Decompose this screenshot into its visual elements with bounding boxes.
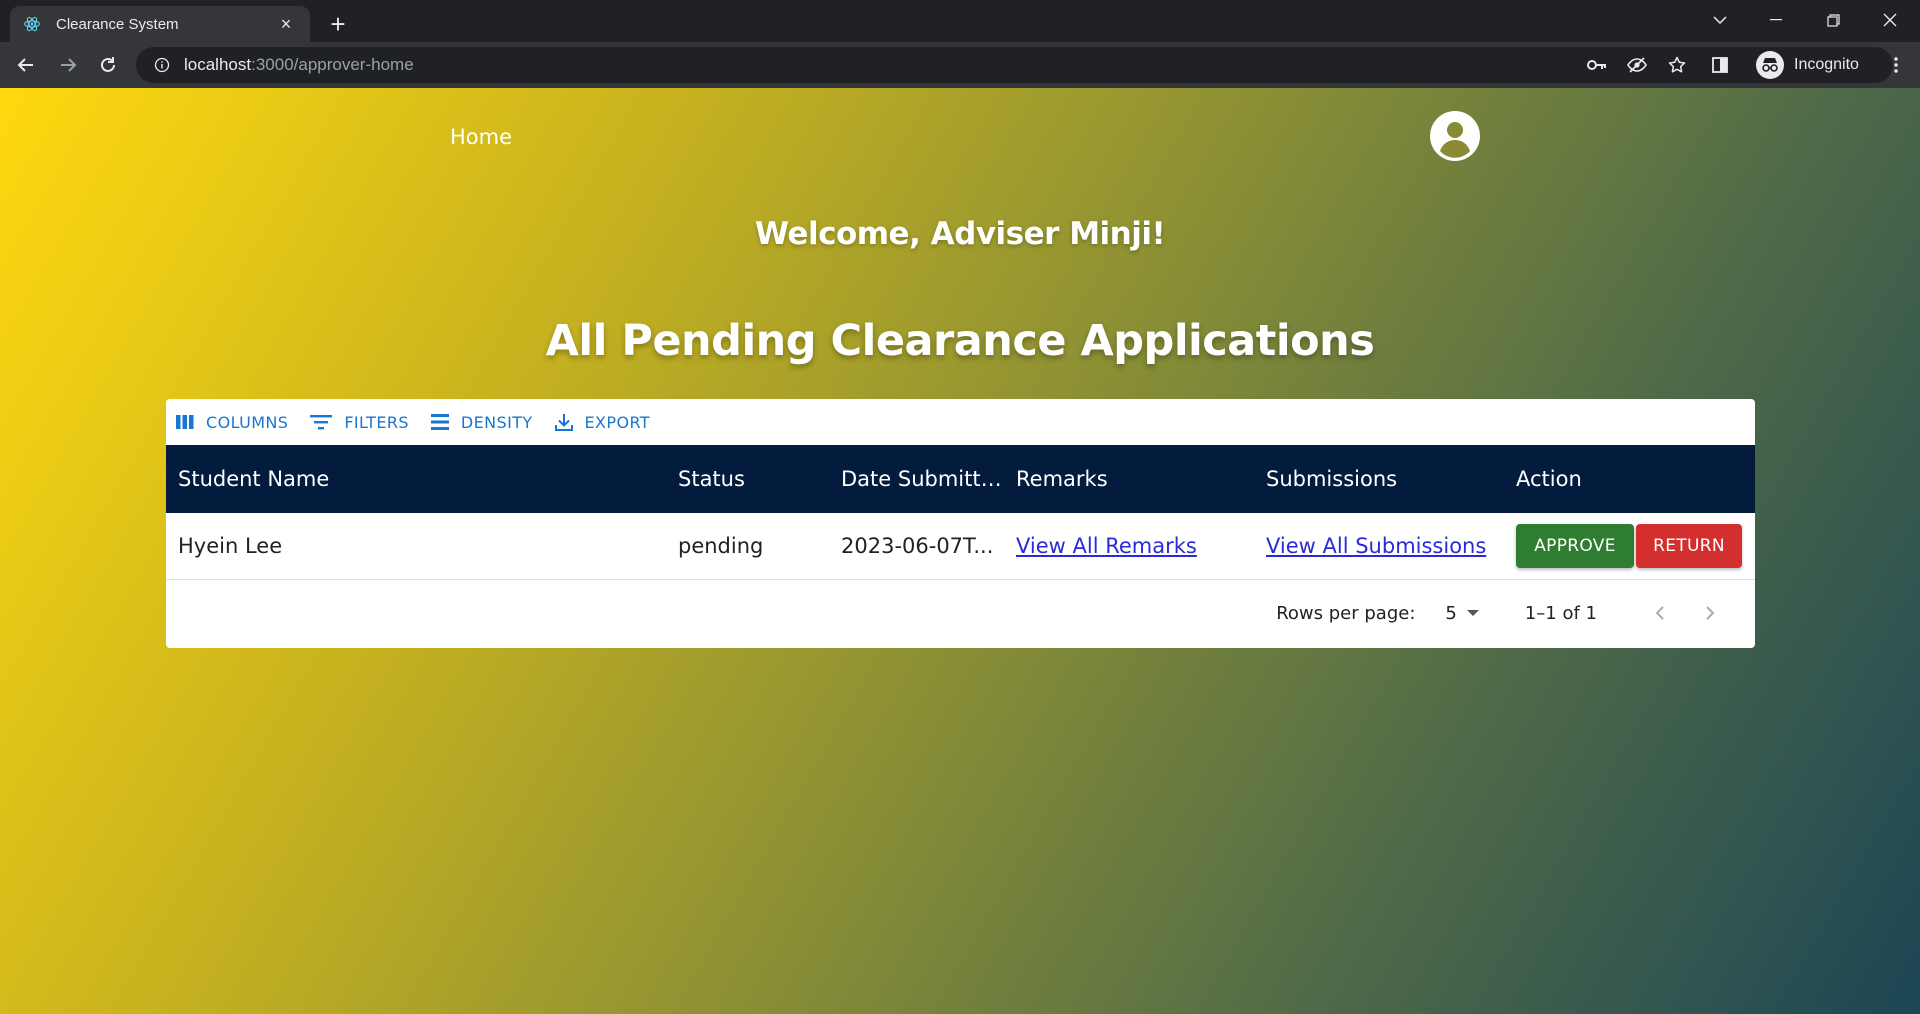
- filters-label: FILTERS: [344, 412, 409, 432]
- table-toolbar: COLUMNS FILTERS DENSITY EXPORT: [166, 399, 1755, 445]
- tab-close-icon[interactable]: ×: [274, 14, 298, 35]
- column-header-action[interactable]: Action: [1504, 467, 1755, 491]
- columns-icon: [176, 415, 194, 429]
- table-row[interactable]: Hyein Lee pending 2023-06-07T... View Al…: [166, 513, 1755, 580]
- back-icon[interactable]: [10, 49, 42, 81]
- dropdown-caret-icon: [1466, 610, 1479, 616]
- page-content: Home Welcome, Adviser Minji! All Pending…: [0, 88, 1920, 1014]
- view-remarks-link[interactable]: View All Remarks: [1016, 534, 1197, 558]
- tab-search-icon[interactable]: [1692, 0, 1748, 40]
- next-page-icon[interactable]: [1685, 599, 1735, 627]
- bookmark-star-icon[interactable]: [1657, 47, 1697, 83]
- reload-icon[interactable]: [92, 49, 124, 81]
- url-text: localhost:3000/approver-home: [184, 55, 414, 75]
- applications-table: COLUMNS FILTERS DENSITY EXPORT Student N…: [166, 399, 1755, 648]
- new-tab-button[interactable]: +: [322, 8, 354, 40]
- density-label: DENSITY: [460, 412, 533, 432]
- close-window-icon[interactable]: [1862, 0, 1918, 40]
- browser-tab-bar: Clearance System × +: [0, 0, 1920, 42]
- minimize-icon[interactable]: [1748, 0, 1804, 40]
- tab-title: Clearance System: [56, 15, 179, 33]
- welcome-message: Welcome, Adviser Minji!: [754, 216, 1166, 252]
- address-bar[interactable]: localhost:3000/approver-home: [136, 47, 1893, 83]
- cell-student-name: Hyein Lee: [178, 534, 283, 558]
- incognito-profile[interactable]: Incognito: [1756, 47, 1859, 83]
- export-label: EXPORT: [584, 412, 650, 432]
- column-header-submissions[interactable]: Submissions: [1254, 467, 1504, 491]
- return-button[interactable]: RETURN: [1636, 524, 1742, 568]
- previous-page-icon[interactable]: [1635, 599, 1685, 627]
- restore-icon[interactable]: [1805, 0, 1861, 40]
- url-host: localhost: [184, 55, 252, 74]
- site-info-icon[interactable]: [150, 53, 174, 77]
- column-header-remarks[interactable]: Remarks: [1004, 467, 1254, 491]
- columns-label: COLUMNS: [206, 412, 289, 432]
- rows-per-page-value: 5: [1445, 602, 1457, 624]
- side-panel-icon[interactable]: [1697, 47, 1743, 83]
- browser-tab[interactable]: Clearance System ×: [10, 6, 310, 42]
- user-account-icon[interactable]: [1430, 111, 1480, 161]
- nav-home-link[interactable]: Home: [450, 125, 512, 149]
- table-header: Student Name Status Date Submitted Remar…: [166, 445, 1755, 513]
- key-icon[interactable]: [1577, 47, 1617, 83]
- react-icon: [22, 14, 42, 34]
- view-submissions-link[interactable]: View All Submissions: [1266, 534, 1486, 558]
- column-header-student-name[interactable]: Student Name: [166, 467, 666, 491]
- table-pagination: Rows per page: 5 1–1 of 1: [166, 580, 1755, 646]
- rows-per-page-select[interactable]: 5: [1445, 602, 1479, 624]
- filter-icon: [310, 415, 333, 430]
- density-button[interactable]: DENSITY: [430, 412, 533, 432]
- approve-button[interactable]: APPROVE: [1516, 524, 1634, 568]
- incognito-icon: [1756, 51, 1784, 79]
- eye-off-icon[interactable]: [1617, 47, 1657, 83]
- rows-per-page-label: Rows per page:: [1276, 602, 1416, 624]
- forward-icon[interactable]: [52, 49, 84, 81]
- browser-toolbar: localhost:3000/approver-home Incognito: [0, 42, 1920, 88]
- cell-status: pending: [678, 534, 764, 558]
- browser-menu-icon[interactable]: [1880, 49, 1912, 81]
- incognito-label: Incognito: [1794, 56, 1859, 73]
- download-icon: [554, 414, 573, 431]
- column-header-date-submitted[interactable]: Date Submitted: [829, 467, 1004, 491]
- cell-actions: APPROVE RETURN: [1504, 524, 1755, 568]
- density-icon: [430, 414, 449, 430]
- pagination-range: 1–1 of 1: [1524, 602, 1597, 624]
- column-header-status[interactable]: Status: [666, 467, 829, 491]
- page-title: All Pending Clearance Applications: [545, 316, 1375, 366]
- cell-date-submitted: 2023-06-07T...: [841, 534, 994, 558]
- filters-button[interactable]: FILTERS: [310, 413, 409, 432]
- url-path: :3000/approver-home: [251, 55, 414, 74]
- columns-button[interactable]: COLUMNS: [176, 413, 288, 432]
- export-button[interactable]: EXPORT: [554, 412, 650, 432]
